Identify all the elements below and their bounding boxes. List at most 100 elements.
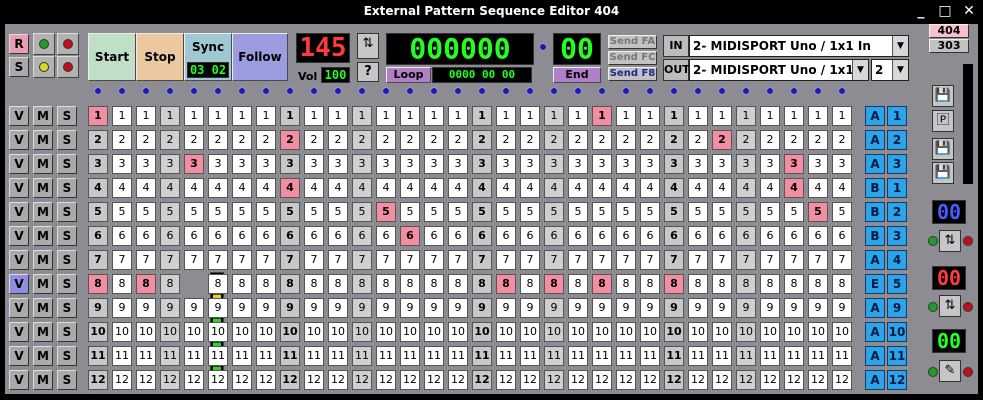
step-cell[interactable]: 12 (328, 370, 348, 390)
step-cell[interactable]: 8 (160, 274, 180, 294)
step-cell[interactable]: 9 (376, 298, 396, 318)
step-cell[interactable]: 1 (568, 106, 588, 126)
step-cell[interactable]: 10 (592, 322, 612, 342)
step-cell[interactable]: 5 (208, 202, 228, 222)
step-cell[interactable]: 11 (832, 346, 852, 366)
row-v-button[interactable]: V (9, 178, 29, 198)
step-cell[interactable]: 12 (160, 370, 180, 390)
stop-button[interactable]: Stop (136, 33, 184, 81)
step-cell[interactable]: 12 (784, 370, 804, 390)
step-cell[interactable]: 7 (352, 250, 372, 270)
step-cell[interactable]: 7 (472, 250, 492, 270)
step-cell[interactable]: 9 (112, 298, 132, 318)
step-cell[interactable]: 11 (592, 346, 612, 366)
step-cell[interactable]: 6 (256, 226, 276, 246)
row-v-button[interactable]: V (9, 274, 29, 294)
step-cell[interactable]: 3 (808, 154, 828, 174)
step-cell[interactable]: 1 (616, 106, 636, 126)
step-cell[interactable]: 1 (496, 106, 516, 126)
step-cell[interactable]: 1 (472, 106, 492, 126)
row-bank-tag[interactable]: A (865, 250, 885, 270)
step-cell[interactable]: 1 (592, 106, 612, 126)
row-s-button[interactable]: S (57, 322, 77, 342)
step-cell[interactable]: 6 (472, 226, 492, 246)
step-cell[interactable]: 7 (112, 250, 132, 270)
step-cell[interactable]: 6 (616, 226, 636, 246)
row-bank-tag[interactable]: B (865, 202, 885, 222)
step-cell[interactable]: 2 (352, 130, 372, 150)
step-cell[interactable]: 7 (760, 250, 780, 270)
step-cell[interactable]: 2 (712, 130, 732, 150)
step-cell[interactable]: 2 (256, 130, 276, 150)
step-cell[interactable]: 7 (184, 250, 204, 270)
step-cell[interactable]: 11 (160, 346, 180, 366)
step-cell[interactable]: 10 (400, 322, 420, 342)
row-s-button[interactable]: S (57, 178, 77, 198)
step-cell[interactable]: 7 (688, 250, 708, 270)
step-cell[interactable]: 1 (232, 106, 252, 126)
step-cell[interactable]: 3 (736, 154, 756, 174)
step-cell[interactable]: 5 (184, 202, 204, 222)
step-cell[interactable]: 12 (376, 370, 396, 390)
step-cell[interactable]: 8 (520, 274, 540, 294)
s-yellow-toggle[interactable] (33, 56, 55, 78)
step-cell[interactable]: 3 (832, 154, 852, 174)
step-cell[interactable]: 1 (760, 106, 780, 126)
step-cell[interactable]: 11 (520, 346, 540, 366)
step-cell[interactable]: 12 (208, 370, 228, 390)
step-cell[interactable]: 5 (400, 202, 420, 222)
row-v-button[interactable]: V (9, 346, 29, 366)
step-cell[interactable]: 2 (496, 130, 516, 150)
save-icon[interactable]: 💾 (932, 85, 954, 107)
step-cell[interactable]: 11 (448, 346, 468, 366)
step-cell[interactable]: 8 (592, 274, 612, 294)
step-cell[interactable]: 7 (256, 250, 276, 270)
midi-channel-select[interactable]: 2 ▼ (871, 59, 909, 81)
step-cell[interactable]: 11 (736, 346, 756, 366)
step-cell[interactable]: 9 (832, 298, 852, 318)
step-cell[interactable]: 11 (472, 346, 492, 366)
step-cell[interactable]: 12 (592, 370, 612, 390)
step-cell[interactable]: 3 (136, 154, 156, 174)
step-cell[interactable]: 4 (688, 178, 708, 198)
step-cell[interactable]: 10 (160, 322, 180, 342)
step-cell[interactable]: 6 (712, 226, 732, 246)
step-cell[interactable]: 2 (784, 130, 804, 150)
step-cell[interactable]: 6 (424, 226, 444, 246)
row-bank-tag[interactable]: E (865, 274, 885, 294)
step-cell[interactable]: 2 (736, 130, 756, 150)
step-cell[interactable]: 10 (424, 322, 444, 342)
step-cell[interactable]: 7 (232, 250, 252, 270)
step-cell[interactable]: 12 (712, 370, 732, 390)
step-cell[interactable]: 2 (232, 130, 252, 150)
step-cell[interactable]: 6 (568, 226, 588, 246)
close-button[interactable]: ✕ (960, 2, 978, 20)
edit-icon[interactable]: ✎ (939, 360, 961, 382)
step-cell[interactable]: 4 (112, 178, 132, 198)
step-cell[interactable]: 8 (208, 274, 228, 294)
step-cell[interactable]: 5 (424, 202, 444, 222)
row-m-button[interactable]: M (33, 250, 53, 270)
step-cell[interactable]: 11 (256, 346, 276, 366)
step-cell[interactable]: 11 (280, 346, 300, 366)
step-cell[interactable]: 2 (832, 130, 852, 150)
step-cell[interactable]: 5 (496, 202, 516, 222)
step-cell[interactable]: 10 (760, 322, 780, 342)
step-cell[interactable]: 9 (784, 298, 804, 318)
maximize-button[interactable]: □ (936, 2, 954, 20)
step-cell[interactable]: 3 (160, 154, 180, 174)
step-cell[interactable]: 12 (304, 370, 324, 390)
step-cell[interactable]: 10 (328, 322, 348, 342)
step-cell[interactable]: 4 (496, 178, 516, 198)
step-cell[interactable]: 9 (304, 298, 324, 318)
step-cell[interactable]: 5 (304, 202, 324, 222)
step-cell[interactable]: 6 (136, 226, 156, 246)
step-cell[interactable]: 2 (280, 130, 300, 150)
step-cell[interactable]: 2 (328, 130, 348, 150)
step-cell[interactable]: 6 (208, 226, 228, 246)
send-fc-button[interactable]: Send FC (608, 51, 657, 65)
step-cell[interactable]: 5 (832, 202, 852, 222)
step-cell[interactable]: 9 (208, 298, 228, 318)
step-cell[interactable]: 3 (256, 154, 276, 174)
step-cell[interactable]: 8 (448, 274, 468, 294)
